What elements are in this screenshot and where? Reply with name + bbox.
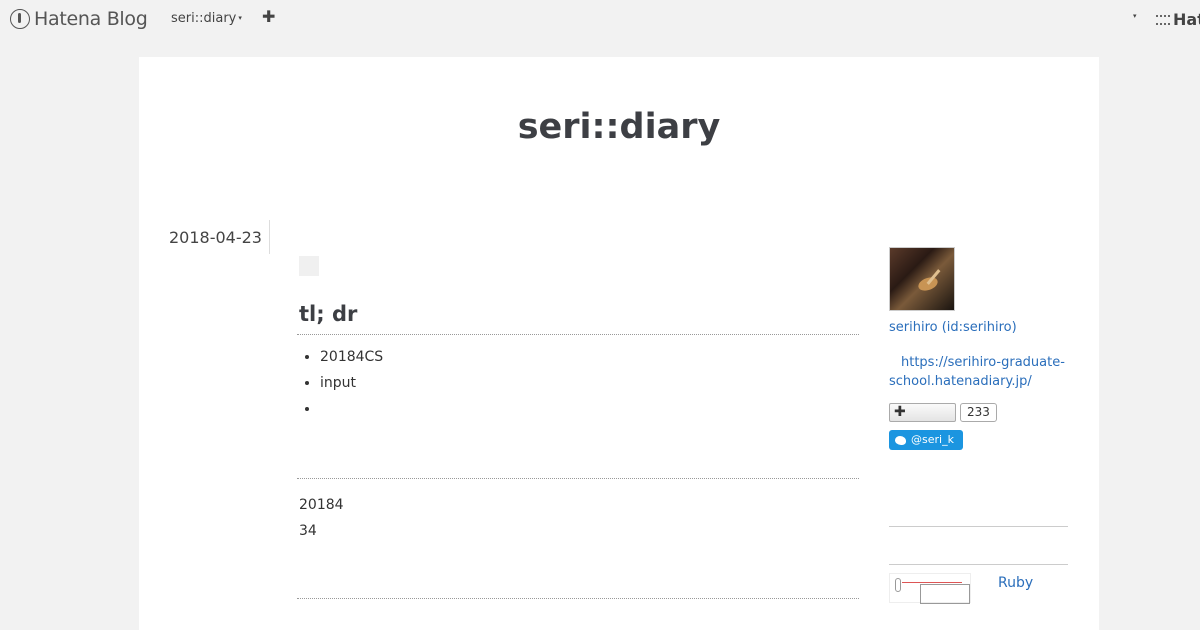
- entry-body: 20184 34: [297, 492, 859, 544]
- diagram-line-shape: [902, 582, 962, 583]
- body-paragraph: 34: [299, 523, 317, 539]
- twitter-handle: @seri_k: [911, 433, 954, 446]
- user-profile-link[interactable]: serihiro (id:serihiro): [889, 320, 1068, 335]
- body-paragraph: 20184: [299, 497, 344, 513]
- menu-caret-icon[interactable]: ▾: [1133, 12, 1137, 20]
- follower-count[interactable]: 233: [960, 403, 997, 422]
- hatena-logo-text: Hat: [1173, 10, 1200, 29]
- logo-text: Hatena Blog: [34, 8, 148, 30]
- new-entry-button[interactable]: ✚: [262, 7, 275, 26]
- blog-switcher[interactable]: seri::diary ▾: [171, 11, 242, 26]
- blog-url-link[interactable]: https://serihiro-graduate- school.hatena…: [889, 353, 1068, 391]
- caret-down-icon: ▾: [238, 14, 242, 22]
- twitter-bird-icon: [895, 435, 906, 445]
- sidebar: serihiro (id:serihiro) https://serihiro-…: [889, 247, 1068, 604]
- hatena-blog-logo[interactable]: Hatena Blog: [10, 8, 148, 30]
- blog-container: seri::diary 2018-04-23 tl; dr 20184CS in…: [139, 57, 1099, 630]
- hatena-logo-icon: [1156, 14, 1170, 25]
- related-entry-thumbnail[interactable]: [889, 573, 971, 604]
- section-divider: [297, 478, 859, 479]
- sidebar-divider: [889, 564, 1068, 565]
- blog-title[interactable]: seri::diary: [139, 107, 1099, 147]
- entry-heading: tl; dr: [297, 302, 859, 335]
- sidebar-divider: [889, 526, 1068, 527]
- entry-article: tl; dr 20184CS input 20184 34: [297, 256, 859, 599]
- blog-url-line2: school.hatenadiary.jp/: [889, 374, 1032, 389]
- entry-image-placeholder: [299, 256, 319, 276]
- date-divider: [269, 220, 270, 254]
- section-divider: [297, 598, 859, 599]
- summary-item: input: [320, 375, 859, 401]
- follow-row: ✚ 233: [889, 403, 1068, 422]
- avatar[interactable]: [889, 247, 955, 311]
- entry-date[interactable]: 2018-04-23: [169, 228, 262, 247]
- related-entry[interactable]: Ruby: [889, 573, 1068, 604]
- summary-item: 20184CS: [320, 349, 859, 375]
- related-entry-title[interactable]: Ruby: [998, 573, 1033, 603]
- summary-list: 20184CS input: [297, 349, 859, 427]
- blog-url-line1: https://serihiro-graduate-: [901, 355, 1065, 370]
- follow-button[interactable]: ✚: [889, 403, 956, 422]
- global-header: Hatena Blog seri::diary▾ ✚ ▾ Hat: [0, 0, 1200, 38]
- summary-item: [320, 401, 859, 427]
- hatena-blog-logo-icon: [10, 9, 30, 29]
- hatena-logo-link[interactable]: Hat: [1156, 10, 1200, 29]
- diagram-figure-shape: [895, 578, 901, 592]
- blog-switcher-label: seri::diary: [171, 11, 237, 26]
- twitter-follow-button[interactable]: @seri_k: [889, 430, 963, 450]
- diagram-box-shape: [920, 584, 970, 604]
